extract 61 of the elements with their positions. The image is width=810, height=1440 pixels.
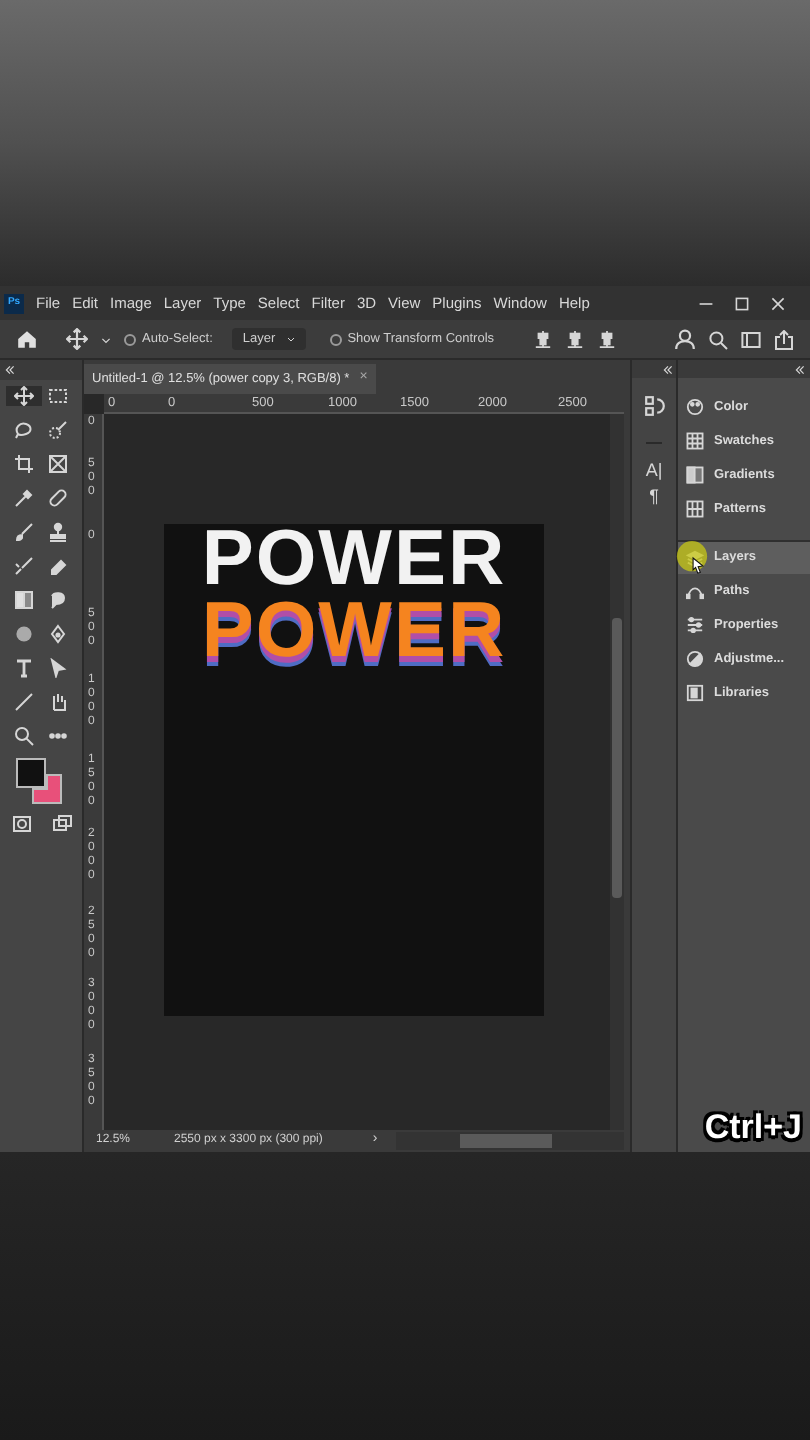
blur-tool-icon[interactable] (13, 624, 34, 644)
palette-icon (686, 398, 704, 416)
crop-tool-icon[interactable] (13, 454, 34, 474)
move-tool-icon[interactable] (13, 386, 34, 406)
eyedropper-tool-icon[interactable] (13, 488, 34, 508)
close-icon[interactable] (770, 295, 786, 311)
bandage-tool-icon[interactable] (48, 488, 69, 508)
collapse-icon[interactable] (4, 364, 16, 376)
align-icon[interactable] (566, 330, 585, 348)
brush-tool-icon[interactable] (13, 522, 34, 542)
share-icon[interactable] (774, 329, 794, 349)
shortcut-caption: Ctrl+J (704, 1110, 802, 1144)
marquee-tool-icon[interactable] (48, 386, 69, 406)
horizontal-scrollbar[interactable] (395, 1132, 624, 1150)
character-panel-icon[interactable]: A| (645, 460, 663, 482)
pen-tool-icon[interactable] (48, 624, 69, 644)
smudge-tool-icon[interactable] (48, 590, 69, 610)
checkbox[interactable] (329, 333, 342, 345)
library-icon (686, 684, 704, 702)
hand-tool-icon[interactable] (48, 692, 69, 712)
home-icon[interactable] (16, 328, 38, 350)
user-icon[interactable] (674, 328, 696, 350)
sliders-icon (686, 616, 704, 634)
scrollbar-thumb[interactable] (459, 1134, 552, 1148)
history-icon[interactable] (643, 394, 665, 418)
stamp-tool-icon[interactable] (48, 522, 69, 542)
color-swatch[interactable] (32, 774, 62, 804)
pointer-tool-icon[interactable] (48, 658, 69, 678)
power-text: POWER (201, 598, 507, 666)
line-tool-icon[interactable] (13, 692, 34, 712)
grid-icon (686, 432, 704, 450)
character-panel-icon[interactable]: ¶ (649, 486, 659, 508)
cursor-highlight-icon (674, 538, 710, 578)
align-icon[interactable] (598, 330, 617, 348)
window-layout-icon[interactable] (740, 329, 762, 349)
align-icon[interactable] (534, 330, 553, 348)
collapse-icon[interactable] (662, 363, 674, 375)
maximize-icon[interactable] (734, 295, 750, 311)
frame-tool-icon[interactable] (48, 454, 69, 474)
eraser-tool-icon[interactable] (48, 556, 69, 576)
lasso-tool-icon[interactable] (13, 420, 34, 440)
color-swatch[interactable] (16, 758, 46, 788)
search-icon[interactable] (708, 329, 728, 349)
zoom-tool-icon[interactable] (13, 726, 34, 746)
gradient-tool-icon[interactable] (13, 590, 34, 610)
screen-mode-icon[interactable] (52, 814, 72, 834)
half-circle-icon (686, 650, 704, 668)
caret-icon[interactable] (100, 333, 112, 345)
quick-mask-icon[interactable] (12, 814, 32, 834)
collapse-icon[interactable] (794, 363, 806, 375)
checkbox[interactable] (124, 333, 136, 345)
path-icon (686, 582, 704, 600)
history-brush-tool-icon[interactable] (13, 556, 34, 576)
move-icon[interactable] (66, 328, 88, 350)
power-text: POWER (201, 526, 507, 594)
pattern-icon (686, 500, 704, 518)
quick-select-tool-icon[interactable] (48, 420, 69, 440)
gradient-icon (686, 466, 704, 484)
vertical-scrollbar[interactable] (610, 414, 624, 1130)
scrollbar-thumb[interactable] (612, 618, 622, 898)
type-tool-icon[interactable] (13, 658, 34, 678)
